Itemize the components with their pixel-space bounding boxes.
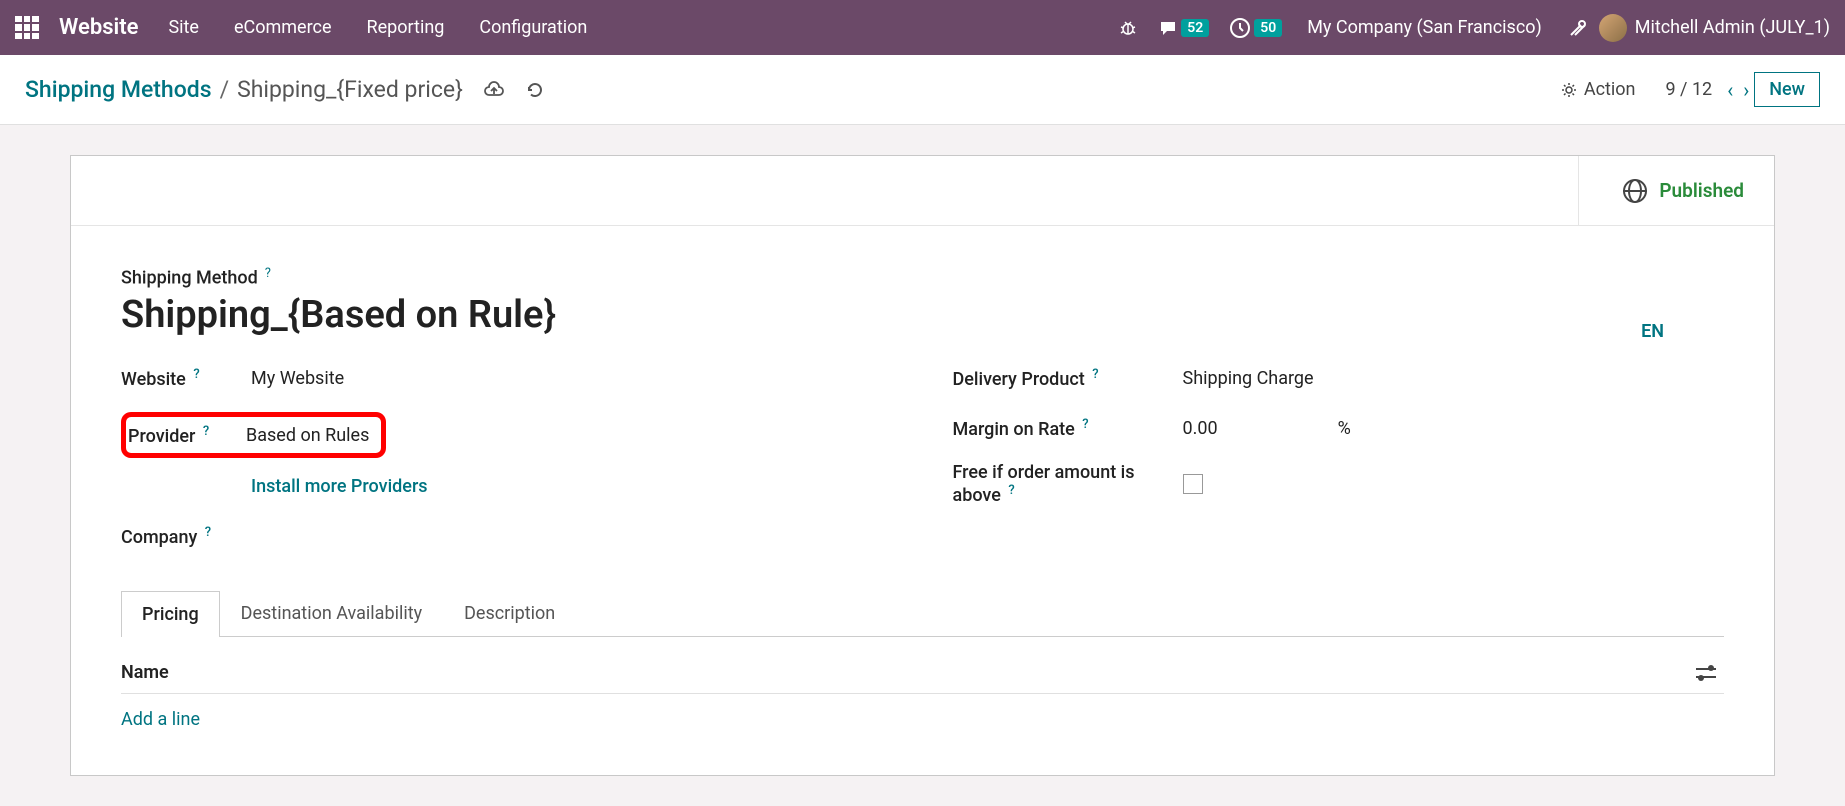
tab-destination[interactable]: Destination Availability: [220, 590, 443, 636]
company-label: Company: [121, 527, 197, 548]
website-help-icon[interactable]: ?: [193, 367, 199, 382]
activity-badge: 50: [1254, 19, 1282, 37]
published-status[interactable]: Published: [1659, 179, 1744, 202]
activity-icon[interactable]: 50: [1229, 17, 1282, 39]
tabs: Pricing Destination Availability Descrip…: [121, 590, 1724, 637]
nav-site[interactable]: Site: [168, 17, 199, 38]
chat-icon[interactable]: 52: [1158, 18, 1209, 38]
pager-next-icon[interactable]: ›: [1743, 78, 1749, 102]
margin-unit: %: [1338, 418, 1351, 439]
column-settings-icon[interactable]: [1696, 666, 1716, 680]
cloud-save-icon[interactable]: [483, 81, 505, 99]
free-if-checkbox[interactable]: [1183, 474, 1203, 494]
add-line-link[interactable]: Add a line: [121, 694, 1724, 745]
nav-ecommerce[interactable]: eCommerce: [234, 17, 332, 38]
lang-badge[interactable]: EN: [1641, 321, 1664, 342]
provider-help-icon[interactable]: ?: [203, 424, 209, 439]
tab-description[interactable]: Description: [443, 590, 576, 636]
user-name[interactable]: Mitchell Admin (JULY_1): [1635, 17, 1830, 38]
new-button[interactable]: New: [1754, 72, 1820, 107]
status-row: Published: [71, 156, 1774, 226]
provider-value[interactable]: Based on Rules: [246, 425, 369, 446]
delivery-product-help-icon[interactable]: ?: [1092, 367, 1098, 382]
apps-icon[interactable]: [15, 16, 39, 40]
top-nav: Website Site eCommerce Reporting Configu…: [0, 0, 1845, 55]
bug-icon[interactable]: [1118, 18, 1138, 38]
provider-highlight: Provider ? Based on Rules: [121, 412, 386, 458]
discard-icon[interactable]: [525, 80, 545, 100]
form-sheet: Published Shipping Method ? Shipping_{Ba…: [70, 155, 1775, 776]
website-value[interactable]: My Website: [251, 368, 344, 389]
delivery-product-value[interactable]: Shipping Charge: [1183, 368, 1314, 389]
title-help-icon[interactable]: ?: [265, 266, 271, 281]
delivery-product-label: Delivery Product: [953, 369, 1085, 390]
action-button[interactable]: Action: [1560, 79, 1636, 100]
margin-help-icon[interactable]: ?: [1082, 417, 1088, 432]
avatar[interactable]: [1599, 14, 1627, 42]
company-help-icon[interactable]: ?: [205, 525, 211, 540]
table-header-name[interactable]: Name: [121, 662, 169, 683]
nav-configuration[interactable]: Configuration: [479, 17, 587, 38]
brand-title[interactable]: Website: [59, 15, 138, 40]
pager[interactable]: 9 / 12: [1665, 79, 1712, 100]
breadcrumb-sep: /: [220, 76, 230, 103]
breadcrumb-root[interactable]: Shipping Methods: [25, 76, 212, 103]
tools-icon[interactable]: [1567, 17, 1589, 39]
globe-icon[interactable]: [1623, 179, 1647, 203]
margin-value[interactable]: 0.00: [1183, 418, 1218, 439]
tab-pricing[interactable]: Pricing: [121, 591, 220, 637]
title-input[interactable]: Shipping_{Based on Rule}: [121, 293, 1724, 337]
website-label: Website: [121, 369, 186, 390]
control-bar: Shipping Methods / Shipping_{Fixed price…: [0, 55, 1845, 125]
action-label: Action: [1584, 79, 1636, 100]
breadcrumb-current: Shipping_{Fixed price}: [237, 76, 463, 103]
free-if-label: Free if order amount is above: [953, 462, 1135, 506]
pager-prev-icon[interactable]: ‹: [1727, 78, 1733, 102]
margin-label: Margin on Rate: [953, 419, 1075, 440]
chat-badge: 52: [1181, 19, 1209, 37]
free-if-help-icon[interactable]: ?: [1008, 483, 1014, 498]
company-name[interactable]: My Company (San Francisco): [1307, 17, 1542, 38]
nav-reporting[interactable]: Reporting: [367, 17, 445, 38]
provider-label: Provider: [128, 426, 195, 447]
install-providers-link[interactable]: Install more Providers: [251, 476, 428, 497]
title-label: Shipping Method: [121, 267, 258, 288]
